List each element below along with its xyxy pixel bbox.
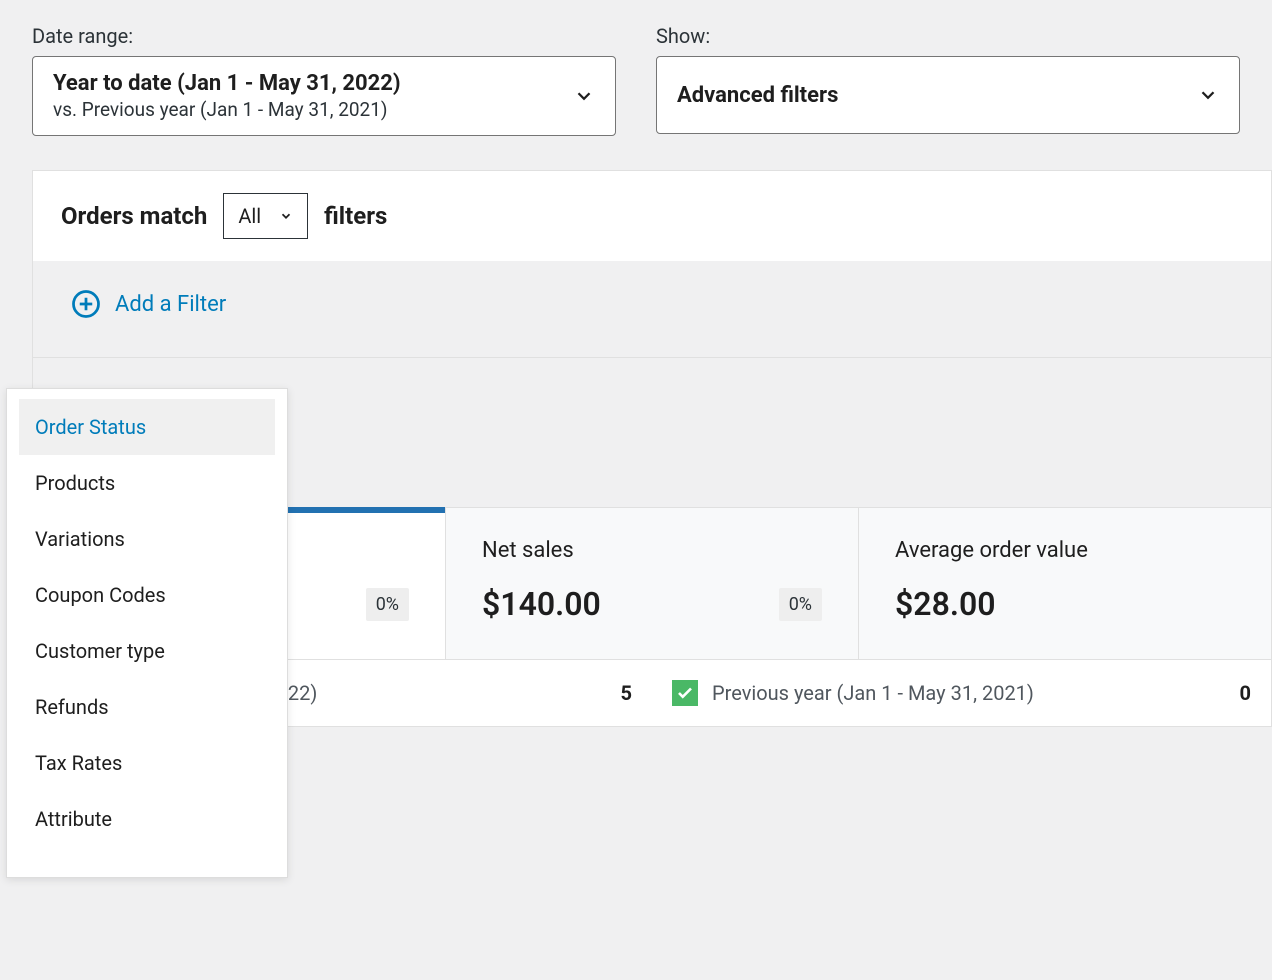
show-value: Advanced filters <box>677 83 838 108</box>
filter-type-menu: Order Status Products Variations Coupon … <box>6 388 288 878</box>
chevron-down-icon <box>1197 84 1219 106</box>
add-filter-button[interactable]: Add a Filter <box>115 292 226 317</box>
match-prefix: Orders match <box>61 202 207 230</box>
stat-title: Net sales <box>482 538 822 563</box>
show-label: Show: <box>656 24 1240 48</box>
date-range-dropdown[interactable]: Year to date (Jan 1 - May 31, 2022) vs. … <box>32 56 616 136</box>
match-mode-select[interactable]: All <box>223 193 308 239</box>
match-filters-row: Orders match All filters <box>33 171 1271 261</box>
filter-menu-item-customer-type[interactable]: Customer type <box>19 623 275 679</box>
date-range-title: Year to date (Jan 1 - May 31, 2022) <box>53 71 401 96</box>
chevron-down-icon <box>279 209 293 223</box>
filter-menu-item-attribute[interactable]: Attribute <box>19 791 275 847</box>
compare-previous-value: 0 <box>1240 681 1251 705</box>
date-range-subtitle: vs. Previous year (Jan 1 - May 31, 2021) <box>53 98 401 121</box>
compare-previous-label: Previous year (Jan 1 - May 31, 2021) <box>712 681 1034 705</box>
plus-circle-icon <box>71 289 101 319</box>
stat-title: Average order value <box>895 538 1235 563</box>
filter-menu-item-coupon-codes[interactable]: Coupon Codes <box>19 567 275 623</box>
stat-card-net-sales[interactable]: Net sales $140.00 0% <box>446 508 859 659</box>
filter-menu-item-variations[interactable]: Variations <box>19 511 275 567</box>
chevron-down-icon <box>573 85 595 107</box>
stat-value: $140.00 <box>482 585 601 623</box>
stat-card-avg-order-value[interactable]: Average order value $28.00 <box>859 508 1271 659</box>
stat-pct-badge: 0% <box>366 588 409 621</box>
date-range-label: Date range: <box>32 24 616 48</box>
match-mode-value: All <box>238 204 261 228</box>
filter-menu-item-products[interactable]: Products <box>19 455 275 511</box>
check-icon <box>672 680 698 706</box>
show-dropdown[interactable]: Advanced filters <box>656 56 1240 134</box>
match-suffix: filters <box>324 202 387 230</box>
filter-menu-item-order-status[interactable]: Order Status <box>19 399 275 455</box>
filter-menu-item-refunds[interactable]: Refunds <box>19 679 275 735</box>
stat-value: $28.00 <box>895 585 996 623</box>
filter-menu-item-tax-rates[interactable]: Tax Rates <box>19 735 275 791</box>
compare-current-value: 5 <box>621 681 632 705</box>
stat-pct-badge: 0% <box>779 588 822 621</box>
